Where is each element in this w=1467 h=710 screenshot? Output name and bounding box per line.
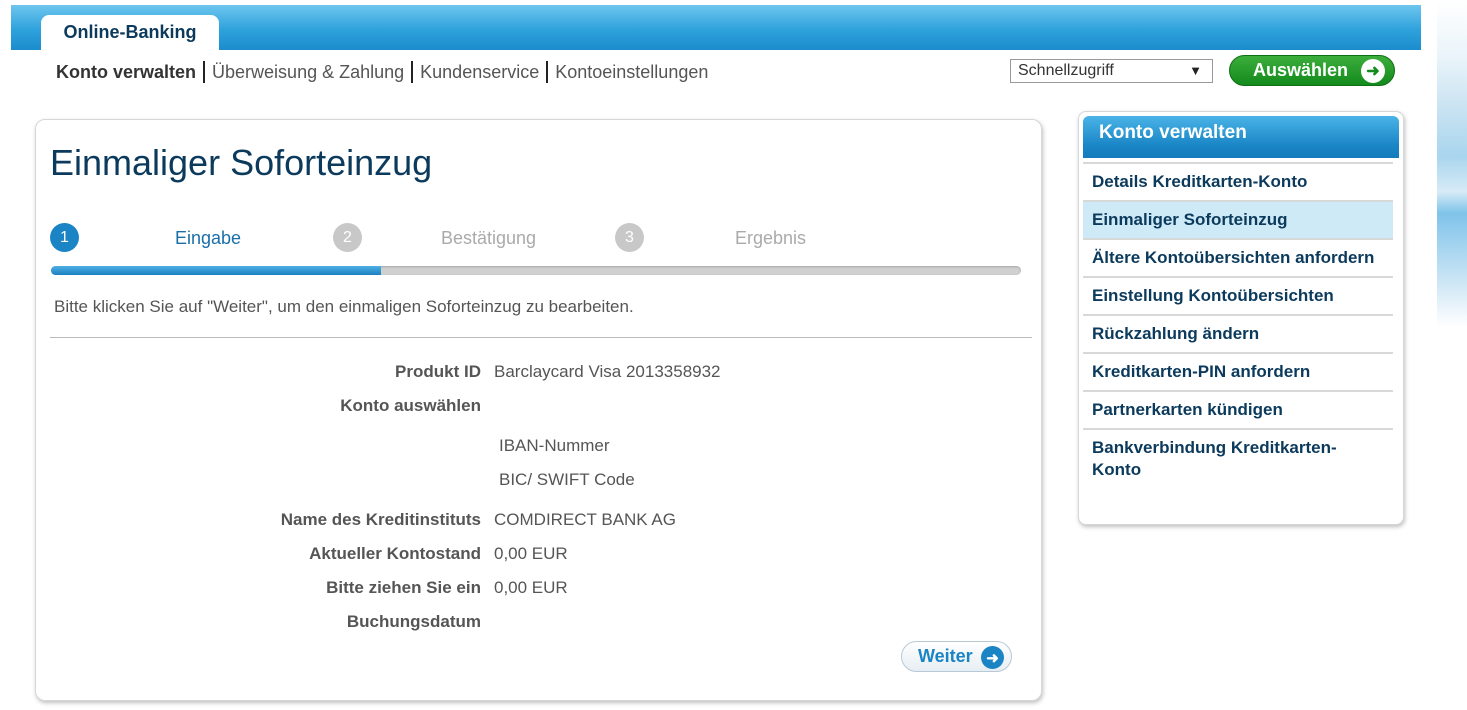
product-id-value: Barclaycard Visa 2013358932 [494,362,721,381]
dropdown-arrow-icon: ▼ [1189,63,1202,78]
nav-item-kontoeinstellungen[interactable]: Kontoeinstellungen [546,61,715,83]
current-balance-label: Aktueller Kontostand [309,544,481,563]
sidebar-menu: Details Kreditkarten-Konto Einmaliger So… [1083,162,1393,488]
divider [50,337,1032,338]
booking-date-label: Buchungsdatum [346,612,481,631]
decorative-sky-strip [1437,0,1467,710]
step-3-number: 3 [615,223,644,252]
sidebar-item-einmaliger-soforteinzug[interactable]: Einmaliger Soforteinzug [1083,200,1393,238]
arrow-right-icon: ➜ [981,646,1004,669]
instruction-text: Bitte klicken Sie auf "Weiter", um den e… [54,297,634,316]
debit-amount-value: 0,00 EUR [494,578,568,597]
sidebar-item-partnerkarten-kuendigen[interactable]: Partnerkarten kündigen [1083,390,1393,428]
nav-item-konto-verwalten[interactable]: Konto verwalten [56,61,203,83]
select-button[interactable]: Auswählen ➜ [1229,55,1395,86]
current-balance-value: 0,00 EUR [494,544,568,563]
select-button-label: Auswählen [1253,60,1349,80]
quick-access-select[interactable]: Schnellzugriff ▼ [1010,59,1213,83]
account-select-label: Konto auswählen [340,396,481,415]
step-3-label: Ergebnis [735,228,807,248]
sidebar-item-kreditkarten-pin[interactable]: Kreditkarten-PIN anfordern [1083,352,1393,390]
step-1-label: Eingabe [175,228,242,248]
next-button[interactable]: Weiter ➜ [901,641,1012,672]
online-banking-tab[interactable]: Online-Banking [41,15,219,50]
iban-label: IBAN-Nummer [499,436,610,455]
sidebar-item-details-kreditkarten-konto[interactable]: Details Kreditkarten-Konto [1083,162,1393,200]
sidebar-item-bankverbindung[interactable]: Bankverbindung Kreditkarten-Konto [1083,428,1393,488]
main-navigation: Konto verwalten Überweisung & Zahlung Ku… [56,61,715,83]
debit-amount-label: Bitte ziehen Sie ein [326,578,481,597]
bank-name-label: Name des Kreditinstituts [280,510,481,529]
sidebar-item-aeltere-kontouebersichten[interactable]: Ältere Kontoübersichten anfordern [1083,238,1393,276]
bank-name-value: COMDIRECT BANK AG [494,510,676,529]
step-1-number: 1 [50,223,79,252]
sidebar: Konto verwalten Details Kreditkarten-Kon… [1078,111,1404,525]
step-2-number: 2 [333,223,362,252]
next-button-label: Weiter [918,646,973,666]
nav-item-ueberweisung[interactable]: Überweisung & Zahlung [203,61,411,83]
bic-label: BIC/ SWIFT Code [499,470,635,489]
sidebar-item-einstellung-kontouebersichten[interactable]: Einstellung Kontoübersichten [1083,276,1393,314]
product-id-label: Produkt ID [395,362,481,381]
top-banner: Online-Banking [11,5,1421,50]
quick-access-selected-value: Schnellzugriff [1018,62,1114,79]
nav-item-kundenservice[interactable]: Kundenservice [411,61,546,83]
step-progress-fill [51,266,381,275]
main-panel: Einmaliger Soforteinzug 1 Eingabe 2 Best… [35,119,1042,701]
sidebar-title: Konto verwalten [1083,116,1399,158]
page-title: Einmaliger Soforteinzug [50,142,433,183]
sidebar-item-rueckzahlung-aendern[interactable]: Rückzahlung ändern [1083,314,1393,352]
step-2-label: Bestätigung [441,228,537,248]
step-progress-bar [51,266,1021,275]
arrow-right-icon: ➜ [1361,59,1385,83]
